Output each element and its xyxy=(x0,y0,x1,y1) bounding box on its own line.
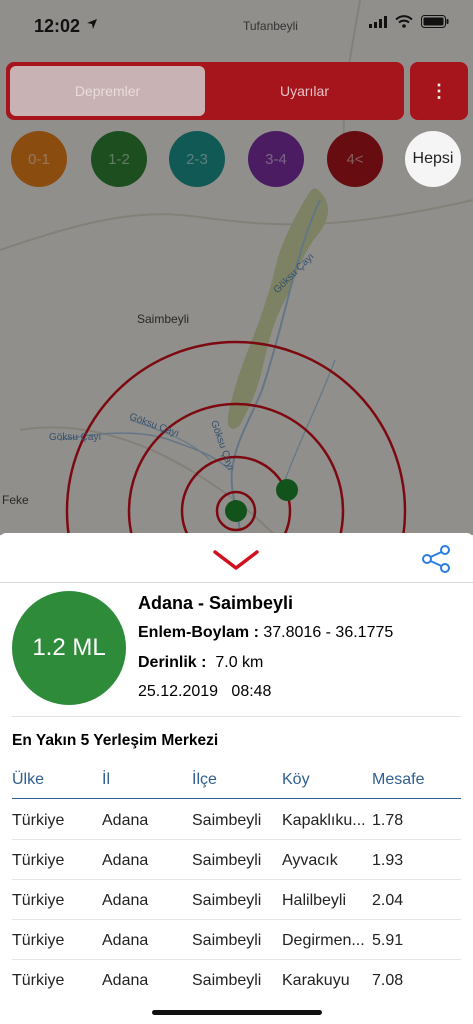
cell-district: Saimbeyli xyxy=(192,972,262,989)
quake-location-title: Adana - Saimbeyli xyxy=(138,593,294,613)
column-header-province: İl xyxy=(102,771,110,788)
cell-province: Adana xyxy=(102,972,149,989)
row-divider xyxy=(12,919,461,920)
cell-distance: 5.91 xyxy=(372,932,404,949)
column-header-district: İlçe xyxy=(192,771,217,788)
cell-distance: 7.08 xyxy=(372,972,404,989)
cell-province: Adana xyxy=(102,892,149,909)
cell-village: Halilbeyli xyxy=(282,892,347,909)
status-bar: 12:02 Tufanbeyli xyxy=(0,0,473,48)
battery-icon xyxy=(421,15,449,33)
coords-line: Enlem-Boylam : 37.8016 - 36.1775 xyxy=(138,624,393,642)
filter-magnitude-0-1[interactable]: 0-1 xyxy=(11,131,67,187)
column-header-distance: Mesafe xyxy=(372,771,425,788)
status-carrier: Tufanbeyli xyxy=(243,19,298,33)
filter-label: 2-3 xyxy=(186,150,208,168)
cell-province: Adana xyxy=(102,812,149,829)
cell-distance: 1.78 xyxy=(372,812,404,829)
home-bar-area xyxy=(0,990,473,1024)
nearest-section-title: En Yakın 5 Yerleşim Merkezi xyxy=(12,732,219,749)
magnitude-value: 1.2 ML xyxy=(32,634,106,661)
filter-magnitude-1-2[interactable]: 1-2 xyxy=(91,131,147,187)
home-indicator[interactable] xyxy=(152,1010,322,1015)
filter-all[interactable]: Hepsi xyxy=(405,131,461,187)
sheet-header xyxy=(0,533,473,583)
column-header-village: Köy xyxy=(282,771,310,788)
cell-village: Degirmen... xyxy=(282,932,365,949)
filter-label: 1-2 xyxy=(108,150,130,168)
cell-country: Türkiye xyxy=(12,852,65,869)
filter-label: 0-1 xyxy=(28,150,50,168)
more-vertical-icon: ⋮ xyxy=(430,80,448,101)
table-header-underline xyxy=(12,798,461,799)
cell-country: Türkiye xyxy=(12,812,65,829)
magnitude-badge: 1.2 ML xyxy=(12,591,126,705)
column-header-country: Ülke xyxy=(12,771,45,788)
status-time: 12:02 xyxy=(34,16,81,36)
cell-village: Ayvacık xyxy=(282,852,338,869)
cell-distance: 1.93 xyxy=(372,852,404,869)
filter-label: 3-4 xyxy=(265,150,287,168)
mode-segmented-control: Depremler Uyarılar xyxy=(6,62,404,120)
status-icons xyxy=(369,15,449,33)
cell-district: Saimbeyli xyxy=(192,892,262,909)
coords-label: Enlem-Boylam : xyxy=(138,624,259,641)
cell-village: Kapaklıku... xyxy=(282,812,366,829)
coords-value: 37.8016 - 36.1775 xyxy=(263,624,394,641)
filter-label: 4< xyxy=(346,150,364,168)
cell-village: Karakuyu xyxy=(282,972,350,989)
cell-district: Saimbeyli xyxy=(192,852,262,869)
chevron-down-icon[interactable] xyxy=(212,549,260,576)
share-icon[interactable] xyxy=(420,543,452,580)
divider xyxy=(12,716,461,717)
row-divider xyxy=(12,959,461,960)
filter-label: Hepsi xyxy=(412,150,454,167)
filter-magnitude-2-3[interactable]: 2-3 xyxy=(169,131,225,187)
filter-magnitude-4-plus[interactable]: 4< xyxy=(327,131,383,187)
location-arrow-icon xyxy=(86,18,98,33)
cell-distance: 2.04 xyxy=(372,892,404,909)
cell-province: Adana xyxy=(102,852,149,869)
cell-country: Türkiye xyxy=(12,972,65,989)
depth-label: Derinlik : xyxy=(138,654,207,671)
more-menu-button[interactable]: ⋮ xyxy=(410,62,468,120)
quake-datetime: 25.12.2019 08:48 xyxy=(138,683,272,700)
cell-country: Türkiye xyxy=(12,932,65,949)
signal-icon xyxy=(369,15,387,33)
filter-magnitude-3-4[interactable]: 3-4 xyxy=(248,131,304,187)
cell-district: Saimbeyli xyxy=(192,812,262,829)
depth-line: Derinlik : 7.0 km xyxy=(138,654,263,672)
cell-province: Adana xyxy=(102,932,149,949)
depth-value: 7.0 km xyxy=(215,654,264,671)
wifi-icon xyxy=(395,15,413,33)
tab-alerts[interactable]: Uyarılar xyxy=(207,64,402,118)
cell-country: Türkiye xyxy=(12,892,65,909)
tab-earthquakes[interactable]: Depremler xyxy=(10,66,205,116)
cell-district: Saimbeyli xyxy=(192,932,262,949)
row-divider xyxy=(12,839,461,840)
row-divider xyxy=(12,879,461,880)
